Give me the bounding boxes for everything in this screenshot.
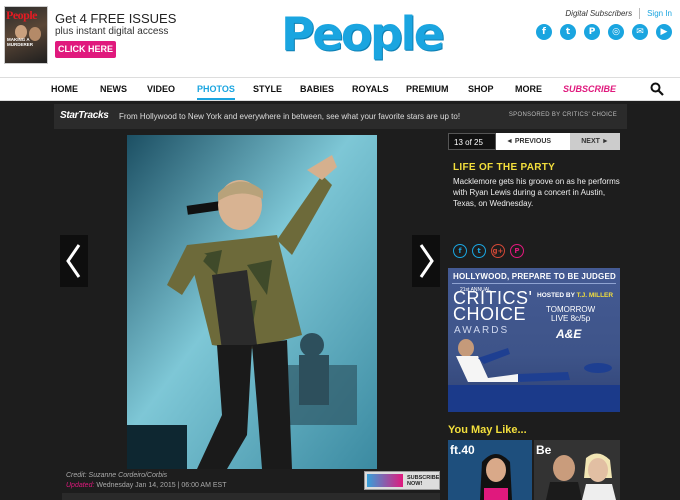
ad-host: HOSTED BY T.J. MILLER: [537, 292, 613, 299]
promo-subtitle: plus instant digital access: [55, 26, 169, 37]
main-nav: HOME NEWS VIDEO PHOTOS STYLE BABIES ROYA…: [0, 77, 680, 101]
share-googleplus-icon[interactable]: g+: [491, 244, 505, 258]
twitter-icon[interactable]: t: [560, 24, 576, 40]
nav-home[interactable]: HOME: [51, 78, 78, 100]
subscribe-now-label: SUBSCRIBE NOW!: [407, 475, 440, 487]
click-here-button[interactable]: CLICK HERE: [55, 41, 116, 58]
video-icon[interactable]: ▶: [656, 24, 672, 40]
you-may-like-thumbnails: ft.40 Be: [448, 440, 620, 500]
ad-choice: CHOICE: [453, 304, 527, 324]
nav-shop[interactable]: SHOP: [468, 78, 494, 100]
nav-subscribe[interactable]: SUBSCRIBE: [563, 78, 616, 100]
ad-host-name: T.J. MILLER: [576, 292, 614, 299]
pinterest-icon[interactable]: P: [584, 24, 600, 40]
chevron-left-icon: [66, 244, 81, 278]
ad-awards: AWARDS: [454, 325, 510, 336]
photo-credit: Credit: Suzanne Cordeiro/Corbis: [66, 472, 168, 479]
photo-footer-strip: [62, 493, 440, 500]
gallery-photo[interactable]: [127, 135, 377, 469]
top-header: People MAKING A MURDERER Get 4 FREE ISSU…: [0, 0, 680, 76]
recommended-thumbnail[interactable]: ft.40: [448, 440, 532, 500]
startracks-logo[interactable]: StarTracks: [60, 110, 109, 121]
share-facebook-icon[interactable]: f: [453, 244, 467, 258]
recommended-thumbnail[interactable]: Be: [534, 440, 620, 500]
page: People MAKING A MURDERER Get 4 FREE ISSU…: [0, 0, 680, 500]
social-links: f t P ◎ ✉ ▶: [536, 24, 672, 40]
email-icon[interactable]: ✉: [632, 24, 648, 40]
photo-counter: 13 of 25: [448, 133, 496, 150]
sponsored-by: SPONSORED BY CRITICS' CHOICE: [508, 112, 617, 118]
magazine-cover-thumbnail[interactable]: People MAKING A MURDERER: [4, 6, 48, 64]
gallery-pager: 13 of 25 ◄ PREVIOUS NEXT ►: [448, 133, 620, 150]
nav-babies[interactable]: BABIES: [300, 78, 334, 100]
caption-body: Macklemore gets his groove on as he perf…: [453, 177, 620, 208]
next-button[interactable]: NEXT ►: [570, 133, 620, 150]
thumbnail-image: [480, 454, 512, 500]
ad-airtime: TOMORROW LIVE 8c/5p: [546, 305, 595, 323]
nav-photos[interactable]: PHOTOS: [197, 78, 235, 100]
thumbnail-label: ft.40: [450, 443, 475, 457]
magazine-cover-headline: MAKING A MURDERER: [7, 37, 34, 47]
startracks-banner: StarTracks From Hollywood to New York an…: [54, 104, 627, 129]
subscribe-ad-image: [367, 474, 403, 487]
search-icon[interactable]: [650, 82, 664, 96]
divider: [639, 7, 641, 19]
ad-divider: [452, 283, 616, 284]
nav-royals[interactable]: ROYALS: [352, 78, 389, 100]
account-links: Digital Subscribers Sign In: [565, 7, 672, 19]
sign-in-link[interactable]: Sign In: [647, 9, 672, 18]
facebook-icon[interactable]: f: [536, 24, 552, 40]
ad-headline: HOLLYWOOD, PREPARE TO BE JUDGED: [453, 272, 616, 281]
caption-title: LIFE OF THE PARTY: [453, 162, 556, 173]
next-photo-button[interactable]: [412, 235, 440, 287]
nav-premium[interactable]: PREMIUM: [406, 78, 449, 100]
share-pinterest-icon[interactable]: P: [510, 244, 524, 258]
ad-hosted-by: HOSTED BY: [537, 292, 577, 299]
previous-button[interactable]: ◄ PREVIOUS: [506, 133, 551, 150]
share-buttons: f t g+ P: [453, 244, 524, 258]
digital-subscribers-link[interactable]: Digital Subscribers: [565, 9, 632, 18]
chevron-right-icon: [419, 244, 434, 278]
ad-tomorrow: TOMORROW: [546, 305, 596, 314]
ad-floor: [448, 385, 620, 412]
previous-photo-button[interactable]: [60, 235, 88, 287]
nav-more[interactable]: MORE: [515, 78, 542, 100]
updated-label: Updated:: [66, 482, 95, 489]
magazine-cover-logo: People: [6, 8, 38, 22]
photo-gallery: StarTracks From Hollywood to New York an…: [0, 101, 680, 500]
nav-video[interactable]: VIDEO: [147, 78, 175, 100]
updated-value: Wednesday Jan 14, 2015 | 06:00 AM EST: [94, 482, 227, 489]
people-logo[interactable]: People: [281, 6, 445, 62]
nav-style[interactable]: STYLE: [253, 78, 282, 100]
critics-choice-ad[interactable]: HOLLYWOOD, PREPARE TO BE JUDGED 21st ANN…: [448, 268, 620, 412]
ad-host-image: [456, 339, 612, 382]
thumbnail-image: [546, 453, 616, 500]
ad-time: LIVE 8c/5p: [551, 314, 591, 323]
nav-news[interactable]: NEWS: [100, 78, 127, 100]
you-may-like-title: You May Like...: [448, 424, 527, 436]
promo-title[interactable]: Get 4 FREE ISSUES: [55, 11, 176, 26]
performer-photo: [127, 135, 377, 469]
instagram-icon[interactable]: ◎: [608, 24, 624, 40]
startracks-tagline: From Hollywood to New York and everywher…: [119, 112, 461, 121]
subscribe-now-ad[interactable]: SUBSCRIBE NOW!: [364, 471, 440, 490]
updated-timestamp: Updated: Wednesday Jan 14, 2015 | 06:00 …: [66, 482, 226, 489]
ad-critics-choice: CRITICS' CHOICE: [453, 289, 532, 324]
share-twitter-icon[interactable]: t: [472, 244, 486, 258]
